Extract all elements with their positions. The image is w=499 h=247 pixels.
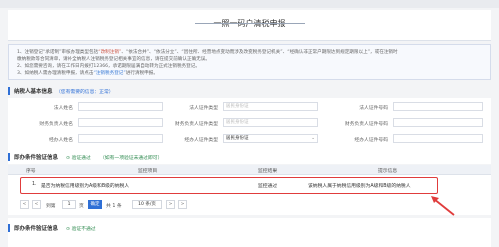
agent-id-type-select[interactable]: 居民身份证 ⌄ [223,134,318,143]
table-header-row: 序号 监控项目 监控结果 提示信息 [8,165,491,175]
check-circle-icon: ⊙ [66,155,71,161]
notice-link[interactable]: “改制注销” [98,50,121,55]
verify-status-text: 验证不通过 [71,226,96,232]
form-label: 法人姓名 [53,106,73,111]
form-label: 法人证件号码 [359,106,388,111]
form-label: 财务负责人姓名 [39,122,73,127]
notice-text: 进行清税申报。 [125,71,158,76]
form-label: 法人证件类型 [189,106,218,111]
page-size-value: 10 条/页 [138,202,156,207]
title-underline [195,23,305,24]
section-title: 纳税人基本信息 [14,89,53,95]
section-title: 即办条件验证信息 [14,155,59,161]
top-bar [0,0,499,8]
first-page-button[interactable]: < [20,200,29,209]
form-label: 财务负责人证件类型 [174,122,218,127]
total-count: 共 1 条 [106,204,122,209]
legal-id-type-field[interactable]: 居民身份证 [223,102,318,111]
notice-line-4: 3、如纳税人需办理清税申报，请点击“注销税务登记”进行清税申报。 [17,70,158,76]
notice-link[interactable]: “注销税务登记” [93,71,125,76]
section-accent-bar [8,87,10,95]
form-label: 经办人证件类型 [184,138,218,143]
verify-status-text: 验证通过 [71,155,91,161]
verify-fail-badge: ⊙ 验证不通过 [66,225,96,232]
notice-line-2: 缴纳税款等合同清单，请补全纳税人注销税务登记相关事宜的信息，请在提交前确认正确无… [17,57,210,62]
legal-name-field[interactable] [78,102,163,111]
page-number-input[interactable]: 1 [62,200,76,209]
table-header-cell: 提示信息 [378,169,398,174]
table-header-cell: 监控结果 [258,169,278,174]
finance-id-number-field[interactable] [393,118,483,127]
form-label: 财务负责人证件号码 [344,122,388,127]
verify-status-badge: ⊙ 验证通过 [66,154,91,161]
bottom-verify-header: 即办条件验证信息 ⊙ 验证不通过 [8,222,491,234]
arrow-annotation-icon [431,196,455,216]
section-hint: （您有需要的信息：正常） [56,89,114,95]
next-page-button[interactable]: > [166,200,175,209]
verify-header: 即办条件验证信息 ⊙ 验证通过 （如有一项验证未通过即可） [8,151,491,163]
notice-line-3: 2、如您需要咨询，请在工作日内拨打12366，承诺期限届满自动转为正式注销税务登… [17,64,200,69]
chevron-down-icon: ⌄ [311,136,315,141]
title-card: 一照一码户清税申报 [8,10,491,41]
finance-name-field[interactable] [78,118,163,127]
highlight-box [20,177,438,194]
notice-box: 1、注销登记“承诺制”审核办理类型包括“改制注销”、“依法合并”、“依法分立”、… [8,44,491,80]
confirm-page-button[interactable]: 确定 [88,200,102,209]
form-label: 经办人姓名 [49,138,73,143]
notice-line-1: 1、注销登记“承诺制”审核办理类型包括“改制注销”、“依法合并”、“依法分立”、… [17,49,398,55]
legal-id-number-field[interactable] [393,102,483,111]
page: 一照一码户清税申报 1、注销登记“承诺制”审核办理类型包括“改制注销”、“依法合… [0,0,499,247]
section-accent-bar [8,224,10,232]
prev-page-button[interactable]: < [32,200,41,209]
agent-name-field[interactable] [78,134,163,143]
page-suffix: 页 [79,204,84,209]
notice-text: 、“依法合并”、“依法分立”、“因住所、经营地点变动而涉及改变税务登记机关”、“… [121,50,398,55]
agent-id-number-field[interactable] [393,134,483,143]
notice-text: 1、注销登记“承诺制”审核办理类型包括 [17,50,99,55]
basic-info-header: 纳税人基本信息 （您有需要的信息：正常） [8,85,491,97]
goto-label: 到第 [46,204,56,209]
last-page-button[interactable]: > [178,200,187,209]
notice-text: 3、如纳税人需办理清税申报，请点击 [17,71,94,76]
table-header-cell: 序号 [26,169,36,174]
section-title: 即办条件验证信息 [14,226,59,232]
page-size-select[interactable]: 10 条/页 [132,200,162,209]
verify-hint: （如有一项验证未通过即可） [100,155,163,161]
form-label: 经办人证件号码 [354,138,388,143]
check-circle-icon: ⊙ [66,226,71,232]
finance-id-type-field[interactable]: 居民身份证 [223,118,318,127]
select-value: 居民身份证 [226,136,249,141]
section-accent-bar [8,153,10,161]
table-header-cell: 监控项目 [138,169,158,174]
